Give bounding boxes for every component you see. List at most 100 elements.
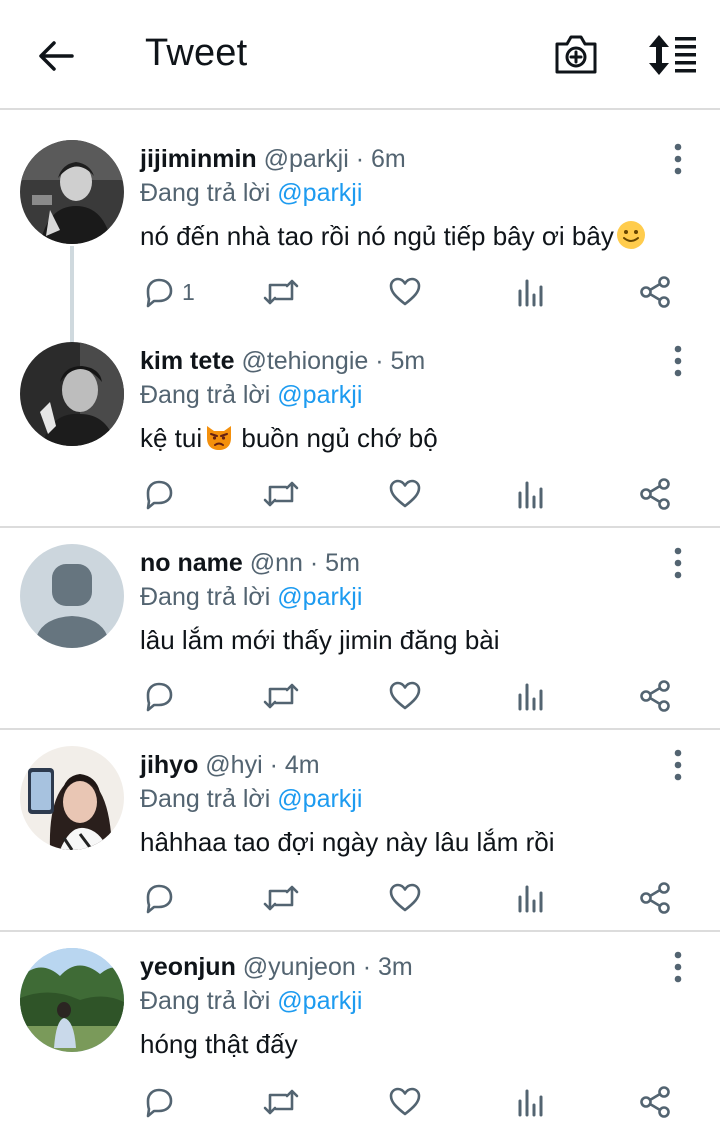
analytics-button[interactable] [516, 676, 546, 716]
share-button[interactable] [638, 272, 672, 312]
display-name[interactable]: jijiminmin [140, 145, 257, 173]
share-button[interactable] [638, 676, 672, 716]
like-button[interactable] [388, 1082, 422, 1122]
like-icon [389, 1087, 421, 1116]
avatar[interactable] [20, 746, 124, 850]
replying-to: Đang trả lời @parkji [140, 380, 362, 410]
analytics-icon [518, 481, 543, 509]
tweet-1[interactable]: jijiminmin @parkji · 6m Đang trả lời @pa… [0, 112, 720, 346]
mention-link[interactable]: @parkji [277, 987, 362, 1015]
analytics-icon [518, 683, 543, 711]
replying-to-label: Đang trả lời [140, 583, 271, 611]
more-vertical-icon [674, 345, 682, 377]
replying-to-label: Đang trả lời [140, 987, 271, 1015]
tweet-text-before: kệ tui [140, 423, 203, 453]
analytics-button[interactable] [516, 272, 546, 312]
reply-count: 1 [182, 278, 195, 305]
share-button[interactable] [638, 474, 672, 514]
retweet-icon [263, 279, 299, 305]
tweet-4[interactable]: jihyo @hyi · 4m Đang trả lời @parkji hâh… [0, 730, 720, 932]
separator-dot: · [309, 549, 319, 577]
user-handle[interactable]: @nn [250, 549, 303, 577]
like-button[interactable] [388, 272, 422, 312]
share-icon [640, 680, 670, 712]
camera-plus-icon [555, 35, 597, 74]
analytics-button[interactable] [516, 1082, 546, 1122]
share-icon [640, 276, 670, 308]
separator-dot: · [375, 347, 384, 375]
back-button[interactable] [34, 34, 78, 78]
tweet-5[interactable]: yeonjun @yunjeon · 3m Đang trả lời @park… [0, 932, 720, 1128]
user-handle[interactable]: @tehiongie [241, 347, 368, 375]
share-button[interactable] [638, 1082, 672, 1122]
like-button[interactable] [388, 878, 422, 918]
avatar[interactable] [20, 140, 124, 244]
reply-button[interactable] [142, 878, 182, 918]
analytics-icon [518, 885, 543, 913]
retweet-icon [263, 481, 299, 507]
tweet-actions [136, 1082, 696, 1122]
more-options-button[interactable] [664, 142, 692, 176]
display-name[interactable]: yeonjun [140, 953, 236, 981]
reply-icon [146, 682, 173, 712]
reply-button[interactable] [142, 1082, 182, 1122]
retweet-button[interactable] [262, 878, 300, 918]
retweet-button[interactable] [262, 272, 300, 312]
tweet-text: nó đến nhà tao rồi nó ngủ tiếp bây ơi bâ… [140, 220, 646, 252]
share-icon [640, 478, 670, 510]
retweet-button[interactable] [262, 1082, 300, 1122]
user-handle[interactable]: @hyi [205, 751, 262, 779]
more-vertical-icon [674, 749, 682, 781]
display-name[interactable]: jihyo [140, 751, 198, 779]
replying-to: Đang trả lời @parkji [140, 178, 362, 208]
page-title: Tweet [145, 32, 248, 74]
replying-to-label: Đang trả lời [140, 381, 271, 409]
sort-button[interactable] [646, 33, 698, 77]
replying-to-label: Đang trả lời [140, 179, 271, 207]
camera-button[interactable] [552, 32, 600, 78]
tweet-3[interactable]: no name @nn · 5m Đang trả lời @parkji lâ… [0, 528, 720, 730]
share-button[interactable] [638, 878, 672, 918]
display-name[interactable]: no name [140, 549, 243, 577]
avatar[interactable] [20, 342, 124, 446]
default-avatar[interactable] [20, 544, 124, 648]
retweet-button[interactable] [262, 676, 300, 716]
reply-button[interactable] [142, 474, 182, 514]
separator-dot: · [362, 953, 372, 981]
mention-link[interactable]: @parkji [277, 785, 362, 813]
analytics-button[interactable] [516, 878, 546, 918]
user-handle[interactable]: @parkji [264, 145, 349, 173]
retweet-icon [263, 1089, 299, 1115]
mention-link[interactable]: @parkji [277, 381, 362, 409]
separator-dot: · [269, 751, 278, 779]
analytics-icon [518, 1089, 543, 1117]
avatar[interactable] [20, 948, 124, 1052]
reply-button[interactable]: 1 [142, 272, 195, 312]
replying-to: Đang trả lời @parkji [140, 986, 362, 1016]
replying-to-label: Đang trả lời [140, 785, 271, 813]
display-name[interactable]: kim tete [140, 347, 234, 375]
tweet-header: jijiminmin @parkji · 6m [140, 144, 406, 174]
timestamp: 3m [377, 953, 413, 981]
timestamp: 5m [390, 347, 426, 375]
more-options-button[interactable] [664, 546, 692, 580]
mention-link[interactable]: @parkji [277, 583, 362, 611]
more-options-button[interactable] [664, 344, 692, 378]
like-button[interactable] [388, 676, 422, 716]
analytics-button[interactable] [516, 474, 546, 514]
more-options-button[interactable] [664, 950, 692, 984]
reply-icon [146, 884, 173, 914]
tweet-2[interactable]: kim tete @tehiongie · 5m Đang trả lời @p… [0, 324, 720, 528]
tweet-header: yeonjun @yunjeon · 3m [140, 952, 413, 982]
mention-link[interactable]: @parkji [277, 179, 362, 207]
reply-button[interactable] [142, 676, 182, 716]
more-options-button[interactable] [664, 748, 692, 782]
like-button[interactable] [388, 474, 422, 514]
timestamp: 5m [325, 549, 360, 577]
pouting-cat-face-icon [207, 426, 232, 450]
user-handle[interactable]: @yunjeon [243, 953, 356, 981]
more-vertical-icon [674, 951, 682, 983]
retweet-icon [263, 683, 299, 709]
retweet-button[interactable] [262, 474, 300, 514]
tweet-text-after: buồn ngủ chớ bộ [234, 423, 438, 453]
